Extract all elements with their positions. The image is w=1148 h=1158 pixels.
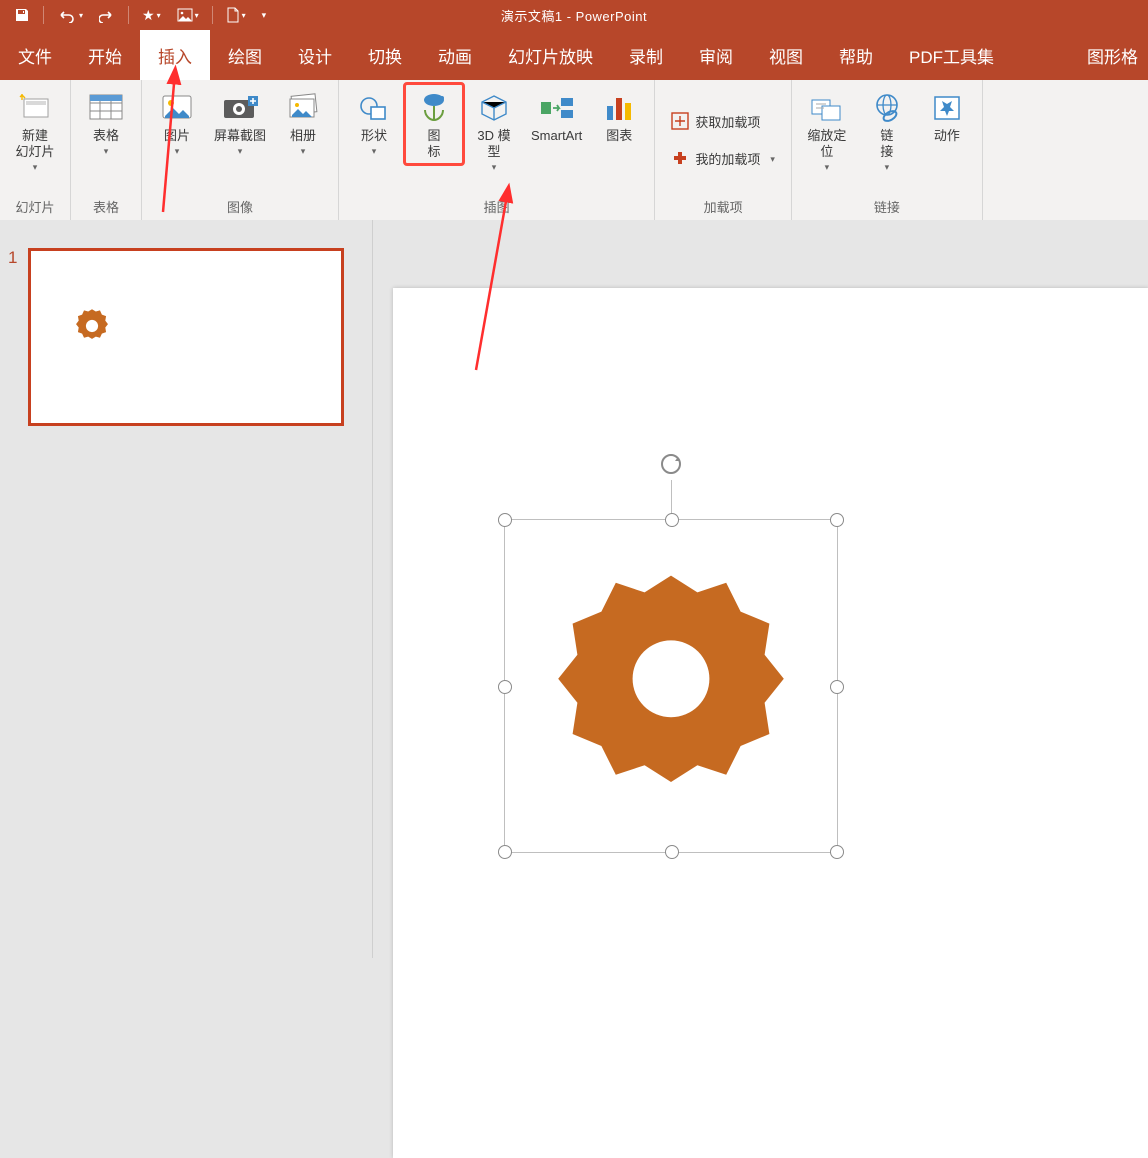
selection-bounding-box[interactable] [504,519,838,853]
tab-draw[interactable]: 绘图 [210,30,280,80]
quick-access-toolbar: ▾ ★▾ ▾ ▾ ▾ [0,0,272,30]
qat-new-button[interactable]: ▾ [220,0,252,30]
slide-canvas[interactable] [393,288,1148,1158]
picture-icon [159,88,195,128]
group-slides: 新建 幻灯片 ▾ 幻灯片 [0,80,71,220]
3d-models-button[interactable]: 3D 模 型 ▾ [465,84,523,177]
tab-record[interactable]: 录制 [611,30,681,80]
new-slide-button[interactable]: 新建 幻灯片 ▾ [6,84,64,177]
tab-insert[interactable]: 插入 [140,30,210,80]
shapes-icon [357,88,391,128]
undo-button[interactable]: ▾ [51,0,89,30]
qat-picture-button[interactable]: ▾ [171,0,205,30]
link-button[interactable]: 链 接 ▾ [858,84,916,177]
photo-album-icon [284,88,322,128]
group-illustrations: 形状 ▾ 图 标 3D 模 型 ▾ SmartArt [339,80,655,220]
resize-handle-l[interactable] [498,680,512,694]
pictures-button[interactable]: 图片 ▾ [148,84,206,161]
icons-icon [417,88,451,128]
rotation-connector [671,480,672,514]
save-button[interactable] [8,0,36,30]
tab-file[interactable]: 文件 [0,30,70,80]
screenshot-icon [220,88,260,128]
ribbon: 新建 幻灯片 ▾ 幻灯片 表格 ▾ 表格 图片 ▾ [0,80,1148,221]
tab-slideshow[interactable]: 幻灯片放映 [490,30,611,80]
resize-handle-r[interactable] [830,680,844,694]
store-icon [671,112,689,130]
chevron-down-icon: ▾ [104,146,109,157]
group-links: 缩放定 位 ▾ 链 接 ▾ 动作 链接 [792,80,983,220]
photo-album-button[interactable]: 相册 ▾ [274,84,332,161]
smartart-button[interactable]: SmartArt [525,84,588,148]
link-icon [872,88,902,128]
gear-shape[interactable] [551,566,791,806]
chevron-down-icon: ▾ [175,146,180,157]
title-bar: ▾ ★▾ ▾ ▾ ▾ 演示文稿1 - PowerPoint [0,0,1148,30]
group-addins: 获取加载项 我的加载项 ▾ 加载项 [655,80,792,220]
shapes-button[interactable]: 形状 ▾ [345,84,403,161]
start-slideshow-button[interactable]: ★▾ [136,0,167,30]
tab-design[interactable]: 设计 [280,30,350,80]
chevron-down-icon: ▾ [885,162,890,173]
chevron-down-icon: ▾ [825,162,830,173]
action-icon [932,88,962,128]
action-button[interactable]: 动作 [918,84,976,148]
tab-review[interactable]: 审阅 [681,30,751,80]
chevron-down-icon: ▾ [492,162,497,173]
resize-handle-tr[interactable] [830,513,844,527]
chevron-down-icon: ▾ [301,146,306,157]
slide-thumbnails-panel[interactable]: 1 [0,220,373,958]
get-addins-button[interactable]: 获取加载项 [665,110,781,133]
redo-button[interactable] [93,0,121,30]
gear-icon [73,307,111,345]
my-addins-button[interactable]: 我的加载项 ▾ [665,147,781,170]
zoom-icon [810,88,844,128]
chevron-down-icon: ▾ [238,146,243,157]
tab-view[interactable]: 视图 [751,30,821,80]
slide-number: 1 [8,248,17,268]
resize-handle-bl[interactable] [498,845,512,859]
tab-pdf-tools[interactable]: PDF工具集 [891,30,1012,80]
new-slide-icon [18,88,52,128]
resize-handle-br[interactable] [830,845,844,859]
group-images: 图片 ▾ 屏幕截图 ▾ 相册 ▾ 图像 [142,80,339,220]
chevron-down-icon: ▾ [372,146,377,157]
chart-icon [603,88,635,128]
chevron-down-icon: ▾ [770,154,775,165]
rotation-handle[interactable] [657,450,685,478]
tab-home[interactable]: 开始 [70,30,140,80]
icons-button[interactable]: 图 标 [405,84,463,164]
chevron-down-icon: ▾ [33,162,38,173]
ribbon-tabs: 文件 开始 插入 绘图 设计 切换 动画 幻灯片放映 录制 审阅 视图 帮助 P… [0,30,1148,80]
screenshot-button[interactable]: 屏幕截图 ▾ [208,84,272,161]
table-button[interactable]: 表格 ▾ [77,84,135,161]
zoom-button[interactable]: 缩放定 位 ▾ [798,84,856,177]
tab-help[interactable]: 帮助 [821,30,891,80]
qat-customize[interactable]: ▾ [256,0,273,30]
smartart-icon [539,88,575,128]
resize-handle-t[interactable] [665,513,679,527]
resize-handle-tl[interactable] [498,513,512,527]
tab-animations[interactable]: 动画 [420,30,490,80]
group-tables: 表格 ▾ 表格 [71,80,142,220]
resize-handle-b[interactable] [665,845,679,859]
workspace: 1 [0,220,1148,958]
chart-button[interactable]: 图表 [590,84,648,148]
slide-thumbnail-1[interactable] [28,248,344,426]
cube-icon [478,88,510,128]
tab-transitions[interactable]: 切换 [350,30,420,80]
table-icon [88,88,124,128]
tab-shape-format[interactable]: 图形格 [1077,30,1148,80]
addins-icon [671,149,689,167]
slide-canvas-area[interactable] [373,220,1148,958]
